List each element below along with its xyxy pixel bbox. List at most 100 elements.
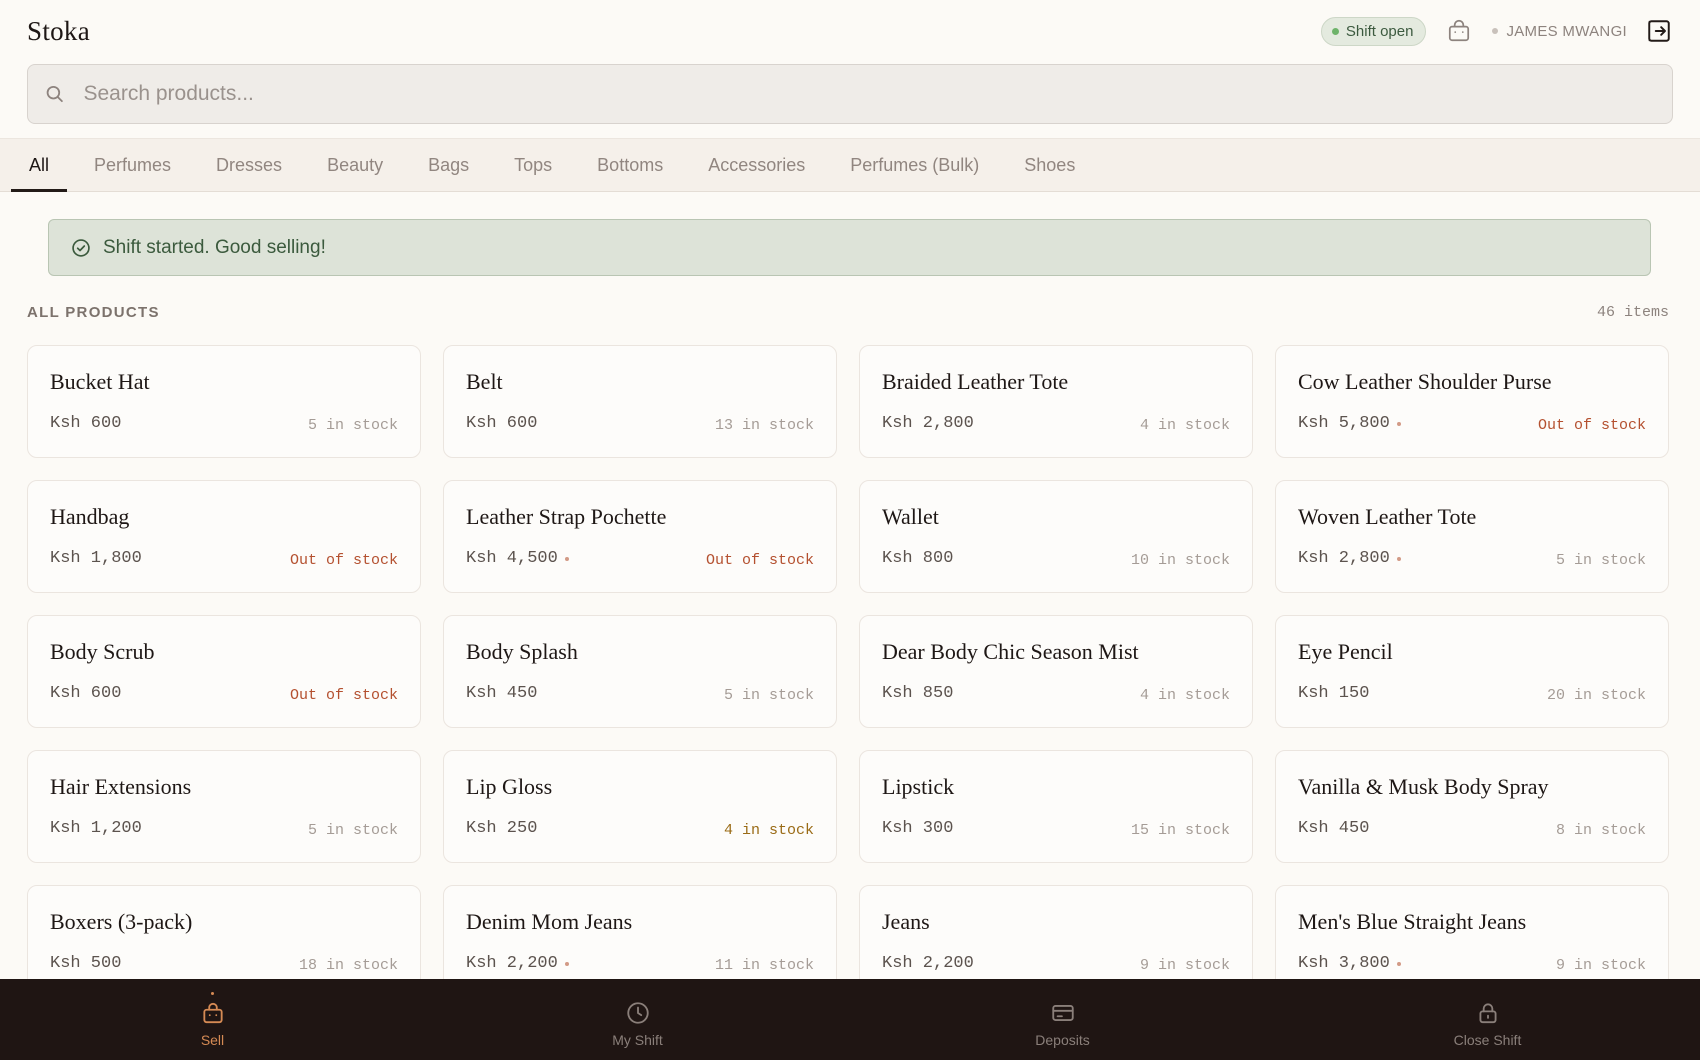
product-name: Belt xyxy=(466,369,503,394)
stock-status: 11 in stock xyxy=(714,957,814,974)
product-card[interactable]: Eye Pencil Ksh 150 20 in stock xyxy=(1275,615,1669,728)
product-price-row: Ksh 5,800 xyxy=(1298,414,1401,433)
product-card[interactable]: Woven Leather Tote Ksh 2,800 5 in stock xyxy=(1275,480,1669,593)
product-price-row: Ksh 300 xyxy=(882,819,953,838)
nav-close-shift[interactable]: Close Shift xyxy=(1275,979,1700,1060)
status-dot xyxy=(1331,27,1339,35)
stock-status: 8 in stock xyxy=(1555,822,1646,839)
nav-sell[interactable]: Sell xyxy=(0,979,425,1060)
product-card[interactable]: Belt Ksh 600 13 in stock xyxy=(443,345,837,458)
tab-perfumes[interactable]: Perfumes xyxy=(76,139,189,191)
product-price-row: Ksh 500 xyxy=(50,954,121,973)
stock-status: 4 in stock xyxy=(1139,417,1230,434)
product-card[interactable]: Lip Gloss Ksh 250 4 in stock xyxy=(443,750,837,863)
product-card[interactable]: Lipstick Ksh 300 15 in stock xyxy=(859,750,1253,863)
price-marker-dot xyxy=(1396,421,1401,426)
product-card[interactable]: Hair Extensions Ksh 1,200 5 in stock xyxy=(27,750,421,863)
stock-status: 18 in stock xyxy=(298,957,398,974)
stock-status: 4 in stock xyxy=(723,822,814,839)
product-price-row: Ksh 1,800 xyxy=(50,549,142,568)
category-tabs: All Perfumes Dresses Beauty Bags Tops Bottoms A… xyxy=(0,138,1700,192)
nav-label: Close Shift xyxy=(1453,1031,1522,1048)
product-price: Ksh 250 xyxy=(466,819,538,838)
product-price: Ksh 500 xyxy=(50,954,122,973)
tab-accessories[interactable]: Accessories xyxy=(690,139,823,191)
product-card[interactable]: Body Scrub Ksh 600 Out of stock xyxy=(27,615,421,728)
product-price: Ksh 2,200 xyxy=(466,954,558,973)
nav-label: Deposits xyxy=(1035,1031,1090,1048)
price-marker-dot xyxy=(1396,556,1401,561)
stock-status: 9 in stock xyxy=(1139,957,1230,974)
nav-my-shift[interactable]: My Shift xyxy=(425,979,850,1060)
product-card[interactable]: Wallet Ksh 800 10 in stock xyxy=(859,480,1253,593)
tab-perfumes-bulk[interactable]: Perfumes (Bulk) xyxy=(832,139,997,191)
active-indicator-dot xyxy=(211,992,214,995)
product-price-row: Ksh 2,800 xyxy=(1298,549,1401,568)
product-price: Ksh 150 xyxy=(1298,684,1370,703)
stock-status: 15 in stock xyxy=(1130,822,1230,839)
product-card[interactable]: Body Splash Ksh 450 5 in stock xyxy=(443,615,837,728)
product-price: Ksh 1,200 xyxy=(50,819,142,838)
product-name: Wallet xyxy=(882,504,939,529)
product-card[interactable]: Dear Body Chic Season Mist Ksh 850 4 in st… xyxy=(859,615,1253,728)
search-container xyxy=(0,62,1700,138)
search-icon xyxy=(46,85,63,103)
stock-status: 4 in stock xyxy=(1139,687,1230,704)
product-price: Ksh 600 xyxy=(50,684,122,703)
top-bar: Stoka Shift open JAMES MWANGI xyxy=(0,0,1700,62)
nav-deposits[interactable]: Deposits xyxy=(850,979,1275,1060)
product-card[interactable]: Leather Strap Pochette Ksh 4,500 Out of st… xyxy=(443,480,837,593)
tab-shoes[interactable]: Shoes xyxy=(1006,139,1093,191)
tab-dresses[interactable]: Dresses xyxy=(198,139,300,191)
product-card[interactable]: Bucket Hat Ksh 600 5 in stock xyxy=(27,345,421,458)
stock-status: 5 in stock xyxy=(1555,552,1646,569)
price-marker-dot xyxy=(1396,961,1401,966)
product-card[interactable]: Handbag Ksh 1,800 Out of stock xyxy=(27,480,421,593)
product-price-row: Ksh 3,800 xyxy=(1298,954,1401,973)
product-price: Ksh 600 xyxy=(466,414,538,433)
brand-logo: Stoka xyxy=(27,15,91,46)
logout-icon xyxy=(1648,20,1670,42)
product-card[interactable]: Vanilla & Musk Body Spray Ksh 450 8 in sto… xyxy=(1275,750,1669,863)
product-price: Ksh 800 xyxy=(882,549,954,568)
stock-status: 20 in stock xyxy=(1546,687,1646,704)
product-name: Braided Leather Tote xyxy=(882,369,1069,394)
product-price-row: Ksh 850 xyxy=(882,684,953,703)
user-status-dot xyxy=(1492,28,1499,34)
product-price: Ksh 300 xyxy=(882,819,954,838)
bag-icon xyxy=(1449,19,1470,42)
product-price: Ksh 450 xyxy=(1298,819,1370,838)
cart-button[interactable] xyxy=(1444,16,1474,46)
tab-tops[interactable]: Tops xyxy=(496,139,570,191)
product-price-row: Ksh 2,200 xyxy=(466,954,569,973)
product-card[interactable]: Cow Leather Shoulder Purse Ksh 5,800 Out o… xyxy=(1275,345,1669,458)
product-card[interactable]: Braided Leather Tote Ksh 2,800 4 in stock xyxy=(859,345,1253,458)
product-name: Boxers (3-pack) xyxy=(50,909,193,934)
product-price-row: Ksh 600 xyxy=(50,414,121,433)
tab-all[interactable]: All xyxy=(11,139,68,192)
search-bar[interactable] xyxy=(27,64,1673,124)
stock-status: Out of stock xyxy=(1537,417,1646,434)
tab-bags[interactable]: Bags xyxy=(410,139,487,191)
stock-status: Out of stock xyxy=(289,687,398,704)
product-price-row: Ksh 2,200 xyxy=(882,954,974,973)
product-name: Bucket Hat xyxy=(50,369,150,394)
product-price: Ksh 450 xyxy=(466,684,538,703)
product-price-row: Ksh 600 xyxy=(466,414,537,433)
product-price: Ksh 2,200 xyxy=(882,954,974,973)
product-name: Lipstick xyxy=(882,774,955,799)
product-name: Body Scrub xyxy=(50,639,155,664)
tab-beauty[interactable]: Beauty xyxy=(309,139,401,191)
shift-status-badge: Shift open xyxy=(1320,16,1427,46)
product-name: Lip Gloss xyxy=(466,774,553,799)
product-price: Ksh 850 xyxy=(882,684,954,703)
stock-status: Out of stock xyxy=(705,552,814,569)
card-icon xyxy=(1051,1004,1074,1021)
lock-icon xyxy=(1478,1002,1497,1023)
product-price-row: Ksh 450 xyxy=(1298,819,1369,838)
tab-bottoms[interactable]: Bottoms xyxy=(579,139,681,191)
search-input[interactable] xyxy=(83,82,1656,106)
section-title: ALL PRODUCTS xyxy=(27,304,160,321)
logout-button[interactable] xyxy=(1645,17,1673,45)
product-price-row: Ksh 150 xyxy=(1298,684,1369,703)
